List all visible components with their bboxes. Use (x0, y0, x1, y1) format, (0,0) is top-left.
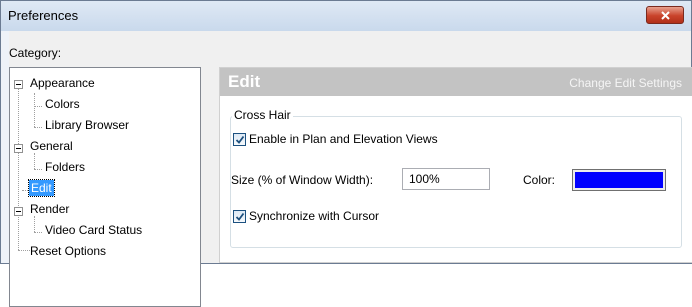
color-picker-button[interactable] (572, 169, 666, 191)
tree-item-video-card-status[interactable]: Video Card Status (43, 222, 144, 238)
category-label: Category: (9, 46, 62, 60)
tree-item-general[interactable]: General (28, 138, 75, 154)
panel-title: Edit (228, 72, 261, 91)
tree-line (34, 93, 35, 127)
close-button[interactable] (646, 6, 684, 24)
tree-line (34, 232, 42, 233)
close-icon (661, 11, 670, 20)
sync-checkbox-label[interactable]: Synchronize with Cursor (249, 209, 379, 223)
color-label: Color: (523, 173, 556, 187)
tree-item-render[interactable]: Render (28, 201, 71, 217)
tree-line (18, 84, 19, 250)
dialog-body: Category: Appearance Colors Library Brow… (9, 31, 692, 307)
tree-item-reset-options[interactable]: Reset Options (28, 243, 108, 259)
settings-panel: Edit Change Edit Settings Cross Hair (219, 67, 692, 263)
checkmark-icon (235, 135, 245, 144)
category-tree[interactable]: Appearance Colors Library Browser Genera… (9, 67, 201, 307)
group-label: Cross Hair (232, 108, 293, 122)
tree-item-edit[interactable]: Edit (28, 179, 55, 197)
tree-line (34, 127, 42, 128)
collapse-toggle-icon[interactable] (14, 144, 23, 153)
size-input[interactable]: 100% (402, 168, 490, 190)
enable-checkbox[interactable] (233, 133, 246, 146)
collapse-toggle-icon[interactable] (14, 80, 23, 89)
title-bar[interactable]: Preferences (1, 1, 691, 31)
checkmark-icon (235, 212, 245, 221)
tree-item-colors[interactable]: Colors (43, 96, 82, 112)
tree-line (34, 153, 35, 169)
tree-item-folders[interactable]: Folders (43, 159, 87, 175)
color-swatch (575, 172, 663, 188)
panel-header: Edit Change Edit Settings (220, 68, 692, 96)
panel-subtitle: Change Edit Settings (569, 76, 682, 90)
tree-item-library-browser[interactable]: Library Browser (43, 117, 131, 133)
tree-line (34, 169, 42, 170)
enable-checkbox-label[interactable]: Enable in Plan and Elevation Views (249, 132, 438, 146)
window-title: Preferences (8, 8, 79, 23)
collapse-toggle-icon[interactable] (14, 207, 23, 216)
tree-line (34, 216, 35, 232)
tree-item-appearance[interactable]: Appearance (28, 75, 97, 91)
tree-line (34, 106, 42, 107)
size-label: Size (% of Window Width): (231, 173, 374, 187)
sync-checkbox[interactable] (233, 210, 246, 223)
